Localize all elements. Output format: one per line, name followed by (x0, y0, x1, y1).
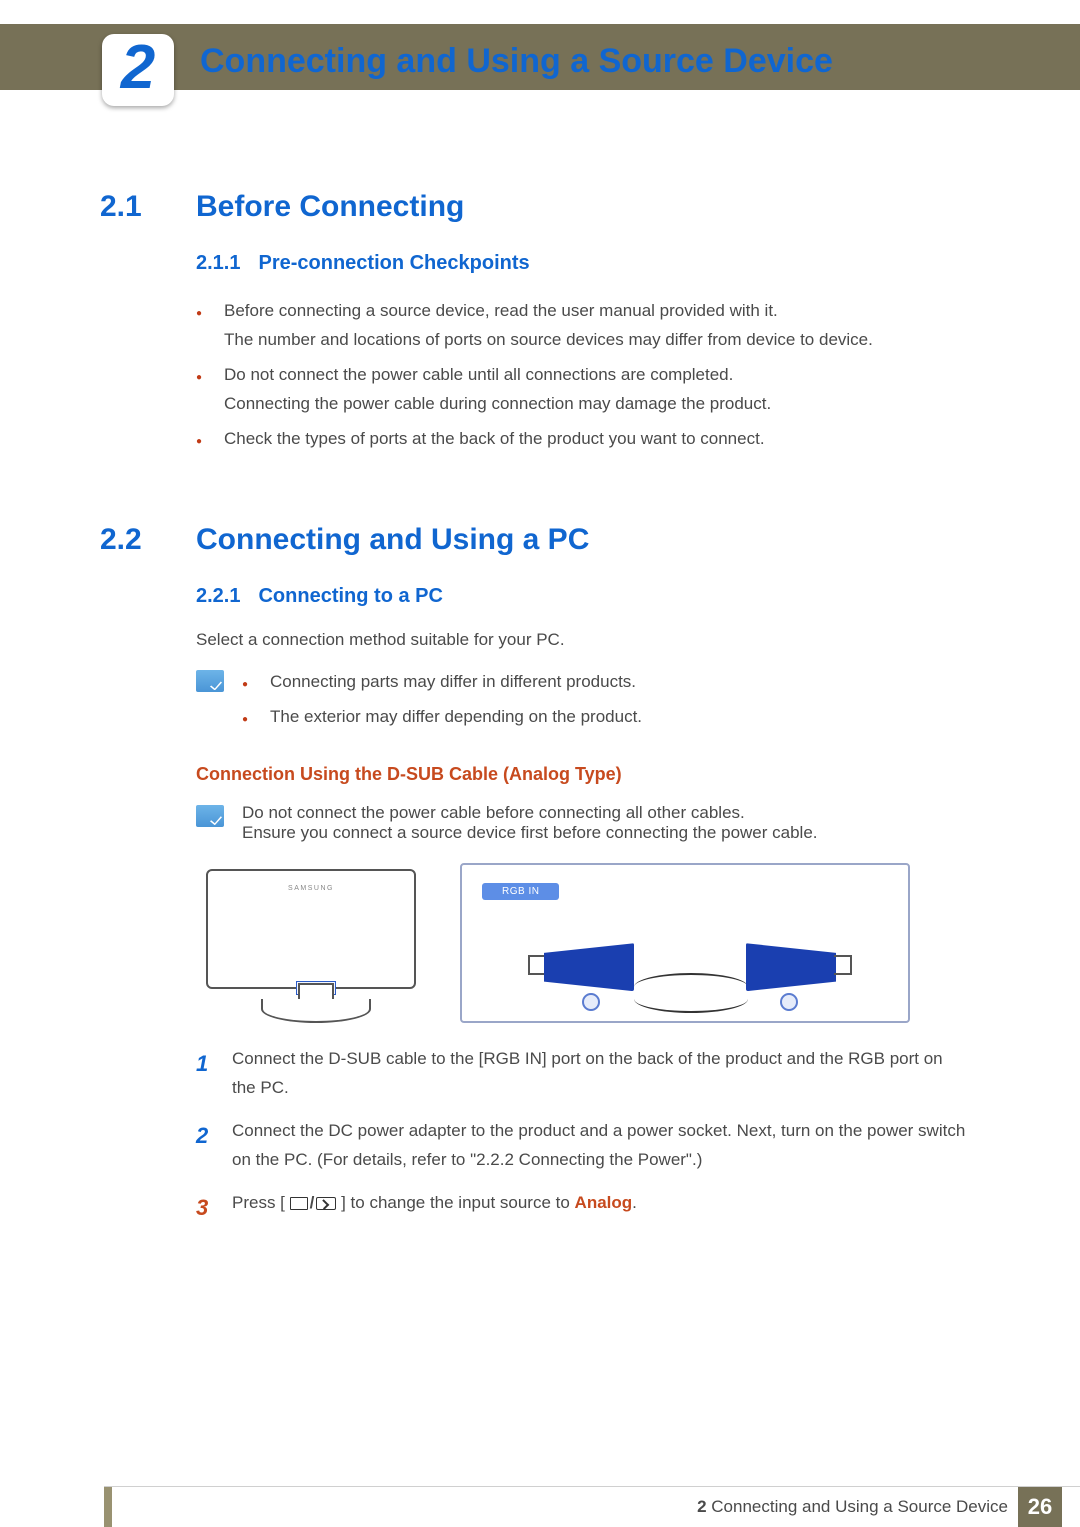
step-text: Connect the D-SUB cable to the [RGB IN] … (232, 1045, 970, 1103)
warn-text: Ensure you connect a source device first… (242, 823, 818, 843)
list-item: ● The exterior may differ depending on t… (242, 703, 970, 732)
subsection-title: Pre-connection Checkpoints (258, 252, 529, 275)
warning-block: Do not connect the power cable before co… (196, 803, 970, 843)
intro-text: Select a connection method suitable for … (196, 630, 970, 650)
note-block: ● Connecting parts may differ in differe… (196, 668, 970, 738)
list-item: ● Do not connect the power cable until a… (196, 361, 970, 419)
port-label: RGB IN (482, 883, 559, 900)
monitor-stand (261, 999, 371, 1023)
bullet-icon: ● (196, 369, 206, 419)
source-button-icon: / (290, 1189, 337, 1218)
step-text: Connect the DC power adapter to the prod… (232, 1117, 970, 1175)
dsub-connector-icon (544, 943, 634, 991)
footer-chapter-title: Connecting and Using a Source Device (711, 1497, 1008, 1516)
footer-accent-bar (104, 1487, 112, 1527)
subsection-2-1-1: 2.1.1 Pre-connection Checkpoints (196, 252, 970, 275)
monitor-screen: SAMSUNG (206, 869, 416, 989)
list-item: 1 Connect the D-SUB cable to the [RGB IN… (196, 1045, 970, 1103)
checkpoint-list: ● Before connecting a source device, rea… (196, 297, 970, 453)
note-icon (196, 670, 224, 692)
note-icon (196, 805, 224, 827)
heading-dsub: Connection Using the D-SUB Cable (Analog… (196, 764, 970, 785)
subsection-number: 2.2.1 (196, 585, 240, 608)
section-2-2: 2.2 Connecting and Using a PC (100, 523, 970, 557)
plug-tip-icon (834, 955, 852, 975)
footer-chapter-number: 2 (697, 1497, 706, 1516)
connection-diagram: SAMSUNG RGB IN (196, 863, 970, 1023)
warn-text: Do not connect the power cable before co… (242, 803, 818, 823)
subsection-number: 2.1.1 (196, 252, 240, 275)
step-text: Press [ / ] to change the input source t… (232, 1189, 637, 1226)
bullet-text: Check the types of ports at the back of … (224, 425, 765, 454)
screw-icon (582, 993, 600, 1011)
bullet-icon: ● (196, 433, 206, 454)
section-2-1: 2.1 Before Connecting (100, 190, 970, 224)
subsection-title: Connecting to a PC (258, 585, 442, 608)
page-footer: 2 Connecting and Using a Source Device 2… (0, 1485, 1080, 1527)
chapter-number: 2 (121, 37, 155, 99)
bullet-icon: ● (196, 305, 206, 355)
step-text-part: Press [ (232, 1193, 285, 1212)
footer-divider (104, 1486, 1080, 1487)
list-item: 2 Connect the DC power adapter to the pr… (196, 1117, 970, 1175)
list-item: 3 Press [ / ] to change the input source… (196, 1189, 970, 1226)
bullet-icon: ● (242, 711, 252, 732)
subsection-2-2-1: 2.2.1 Connecting to a PC (196, 585, 970, 608)
screw-icon (780, 993, 798, 1011)
monitor-illustration: SAMSUNG (196, 863, 436, 1023)
section-number: 2.2 (100, 523, 162, 557)
section-title: Connecting and Using a PC (196, 523, 589, 557)
step-number: 1 (196, 1045, 218, 1103)
slash-icon: / (310, 1189, 315, 1218)
chapter-badge: 2 (102, 34, 174, 106)
chapter-header: 2 Connecting and Using a Source Device (0, 0, 1080, 100)
arrow-box-icon (316, 1197, 336, 1210)
section-title: Before Connecting (196, 190, 464, 224)
page-number-badge: 26 (1018, 1487, 1062, 1527)
bullet-text: Do not connect the power cable until all… (224, 361, 771, 390)
step-number: 3 (196, 1189, 218, 1226)
rect-icon (290, 1197, 308, 1210)
period: . (632, 1193, 637, 1212)
list-item: ● Before connecting a source device, rea… (196, 297, 970, 355)
list-item: ● Check the types of ports at the back o… (196, 425, 970, 454)
cable-illustration: RGB IN (460, 863, 910, 1023)
bullet-text: Connecting parts may differ in different… (270, 668, 636, 697)
dsub-connector-icon (746, 943, 836, 991)
brand-label: SAMSUNG (288, 885, 334, 892)
chapter-title: Connecting and Using a Source Device (200, 42, 833, 81)
bullet-text: Before connecting a source device, read … (224, 297, 873, 326)
bullet-text: Connecting the power cable during connec… (224, 390, 771, 419)
analog-label: Analog (575, 1193, 633, 1212)
section-number: 2.1 (100, 190, 162, 224)
step-text-part: ] to change the input source to (341, 1193, 574, 1212)
footer-text: 2 Connecting and Using a Source Device (697, 1497, 1008, 1517)
list-item: ● Connecting parts may differ in differe… (242, 668, 970, 697)
step-number: 2 (196, 1117, 218, 1175)
bullet-icon: ● (242, 676, 252, 697)
bullet-text: The number and locations of ports on sou… (224, 326, 873, 355)
bullet-text: The exterior may differ depending on the… (270, 703, 642, 732)
step-list: 1 Connect the D-SUB cable to the [RGB IN… (196, 1045, 970, 1226)
